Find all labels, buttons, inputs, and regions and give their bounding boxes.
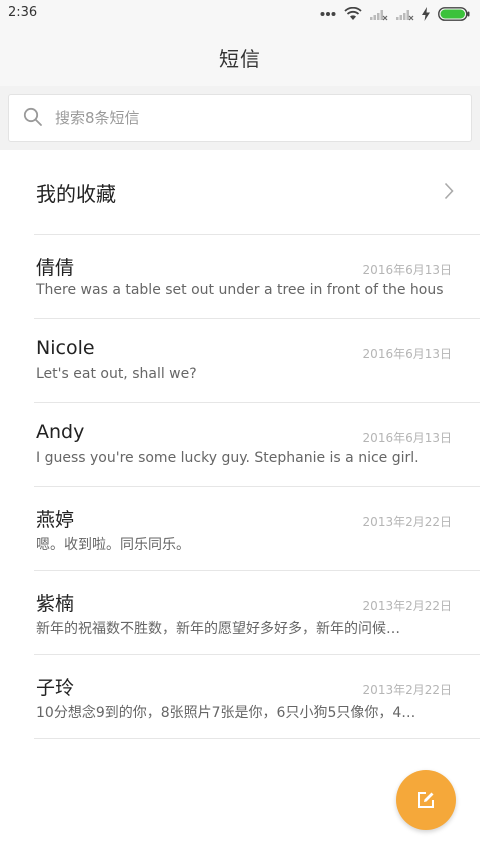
message-sender: Nicole [36, 337, 95, 359]
header: 短信 [0, 28, 480, 86]
message-date: 2016年6月13日 [362, 263, 452, 277]
status-icons [320, 6, 470, 22]
search-input[interactable] [55, 95, 455, 141]
compose-icon [418, 792, 434, 808]
favorites-label: 我的收藏 [36, 182, 116, 206]
search-area [0, 86, 480, 151]
message-preview: 新年的祝福数不胜数，新年的愿望好多好多，新年的问候… [36, 621, 400, 637]
search-icon [23, 107, 42, 126]
search-box[interactable] [8, 94, 472, 142]
message-date: 2013年2月22日 [362, 599, 452, 613]
message-sender: 倩倩 [36, 257, 75, 279]
message-date: 2013年2月22日 [362, 683, 452, 697]
message-date: 2016年6月13日 [362, 431, 452, 445]
message-item[interactable]: Andy 2016年6月13日 I guess you're some luck… [34, 402, 480, 486]
message-date: 2013年2月22日 [362, 515, 452, 529]
message-item[interactable]: 倩倩 2016年6月13日 There was a table set out … [34, 234, 480, 318]
status-time: 2:36 [8, 5, 38, 20]
message-sender: 燕婷 [36, 509, 75, 531]
page-title: 短信 [219, 46, 261, 71]
message-preview: I guess you're some lucky guy. Stephanie… [36, 450, 419, 466]
compose-button[interactable] [396, 770, 456, 830]
signal-icon [396, 10, 414, 21]
message-item[interactable]: 燕婷 2013年2月22日 嗯。收到啦。同乐同乐。 [34, 486, 480, 570]
message-preview: There was a table set out under a tree i… [36, 282, 444, 298]
message-sender: 子玲 [36, 677, 75, 699]
message-preview: Let's eat out, shall we? [36, 366, 197, 382]
signal-icon [370, 10, 388, 21]
message-item[interactable]: 紫楠 2013年2月22日 新年的祝福数不胜数，新年的愿望好多好多，新年的问候… [34, 570, 480, 654]
message-preview: 10分想念9到的你，8张照片7张是你，6只小狗5只像你，4… [36, 705, 416, 721]
message-item[interactable]: 子玲 2013年2月22日 10分想念9到的你，8张照片7张是你，6只小狗5只像… [34, 654, 480, 739]
message-list: 倩倩 2016年6月13日 There was a table set out … [0, 234, 480, 739]
message-date: 2016年6月13日 [362, 347, 452, 361]
wifi-icon [344, 7, 362, 20]
message-sender: 紫楠 [36, 593, 75, 615]
message-sender: Andy [36, 421, 85, 443]
battery-icon [438, 7, 470, 21]
charging-icon [422, 7, 430, 21]
message-item[interactable]: Nicole 2016年6月13日 Let's eat out, shall w… [34, 318, 480, 402]
message-preview: 嗯。收到啦。同乐同乐。 [36, 537, 190, 553]
status-bar: 2:36 [0, 0, 480, 28]
favorites-row[interactable]: 我的收藏 [0, 150, 480, 234]
chevron-right-icon [444, 182, 454, 200]
more-icon [320, 12, 336, 16]
